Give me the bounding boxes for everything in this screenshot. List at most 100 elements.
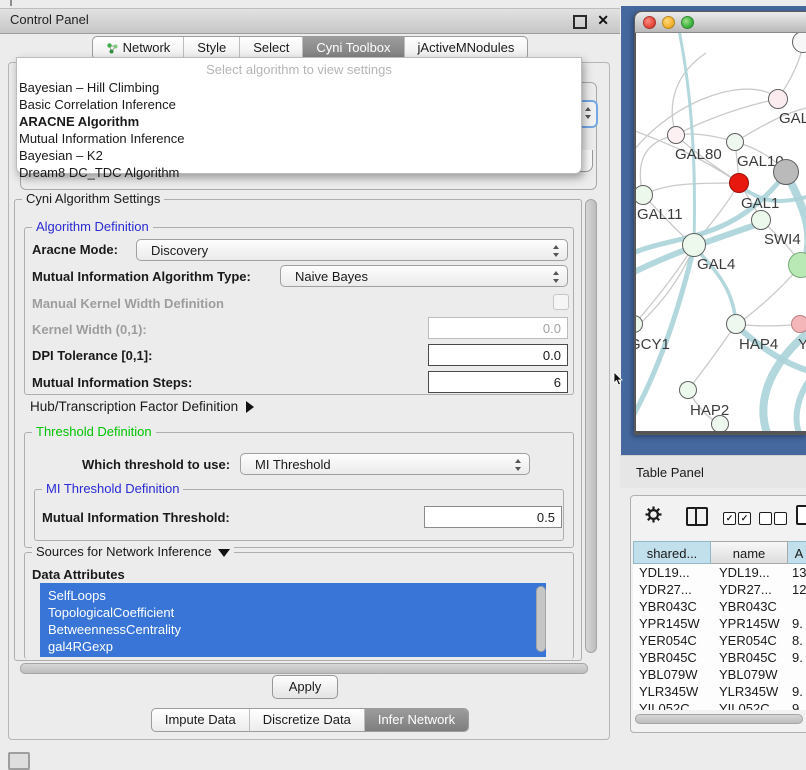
table-cell[interactable]: YBL079W — [719, 666, 787, 683]
table-cell[interactable]: 8. — [792, 632, 806, 649]
tab-select[interactable]: Select — [239, 37, 302, 59]
table-body[interactable]: YDL19...YDL19...13YDR27...YDR27...12YBR0… — [633, 564, 806, 710]
new-table-icon[interactable] — [796, 505, 806, 525]
table-cell[interactable]: YLR345W — [639, 683, 709, 700]
table-cell[interactable]: 12 — [792, 581, 806, 598]
table-row[interactable]: YIL052C YIL052C 9. — [633, 700, 806, 710]
network-node[interactable] — [682, 233, 706, 257]
network-canvas[interactable]: GAL7GAL80GAL10GAL1GAL11SWI4GAL4GCY1HAP4Y… — [636, 33, 806, 431]
table-cell[interactable]: YPR145W — [639, 615, 709, 632]
table-hscrollbar[interactable] — [635, 714, 803, 724]
table-cell[interactable]: YBR043C — [719, 598, 787, 615]
table-cell[interactable]: YDL19... — [639, 564, 709, 581]
table-cell[interactable] — [792, 598, 806, 615]
column-layout-icon[interactable] — [686, 507, 708, 526]
gear-icon[interactable] — [645, 506, 662, 526]
tab-discretize-data[interactable]: Discretize Data — [249, 709, 364, 731]
table-cell[interactable] — [792, 666, 806, 683]
minimize-traffic-light[interactable] — [662, 16, 675, 29]
network-window[interactable]: GAL7GAL80GAL10GAL1GAL11SWI4GAL4GCY1HAP4Y… — [634, 11, 806, 435]
table-cell[interactable]: YBL079W — [639, 666, 709, 683]
table-row[interactable]: YER054C YER054C 8. — [633, 632, 806, 649]
show-columns-icon[interactable]: ✓✓ — [723, 510, 751, 525]
table-cell[interactable]: YIL052C — [639, 700, 709, 710]
dropdown-item-selected[interactable]: ARACNE Algorithm — [19, 113, 577, 130]
minimized-panel-icon[interactable] — [8, 752, 30, 770]
table-row[interactable]: YBR043C YBR043C — [633, 598, 806, 615]
dropdown-item[interactable]: Basic Correlation Inference — [19, 96, 577, 113]
network-node[interactable] — [711, 415, 729, 431]
mi-threshold-field[interactable]: 0.5 — [424, 506, 562, 528]
kernel-width-field[interactable]: 0.0 — [428, 317, 568, 339]
table-row[interactable]: YPR145W YPR145W 9. — [633, 615, 806, 632]
data-attributes-list[interactable]: SelfLoops TopologicalCoefficient Between… — [40, 583, 546, 657]
list-item[interactable]: TopologicalCoefficient — [40, 604, 546, 621]
column-header-partial[interactable]: A — [788, 541, 806, 564]
list-item[interactable]: gal4RGexp — [40, 638, 546, 655]
table-cell[interactable]: YDR27... — [639, 581, 709, 598]
dropdown-item[interactable]: Mutual Information Inference — [19, 130, 577, 147]
tab-jactivemnodules[interactable]: jActiveMNodules — [404, 37, 528, 59]
table-cell[interactable]: 13 — [792, 564, 806, 581]
column-header-shared-name[interactable]: shared... — [633, 541, 711, 564]
table-row[interactable]: YDR27... YDR27... 12 — [633, 581, 806, 598]
tab-network[interactable]: Network — [93, 37, 184, 59]
table-cell[interactable]: YLR345W — [719, 683, 787, 700]
list-item[interactable]: BetweennessCentrality — [40, 621, 546, 638]
table-cell[interactable]: 9. — [792, 700, 806, 710]
tab-infer-network[interactable]: Infer Network — [364, 709, 468, 731]
table-row[interactable]: YBR045C YBR045C 9. — [633, 649, 806, 666]
table-cell[interactable]: YPR145W — [719, 615, 787, 632]
zoom-traffic-light[interactable] — [681, 16, 694, 29]
table-cell[interactable]: YER054C — [719, 632, 787, 649]
algorithm-dropdown-popup[interactable]: Select algorithm to view settings Bayesi… — [16, 57, 582, 174]
manual-kernel-checkbox[interactable] — [553, 294, 569, 310]
network-window-titlebar[interactable] — [635, 12, 806, 33]
table-row[interactable]: YDL19... YDL19... 13 — [633, 564, 806, 581]
close-icon[interactable]: ✕ — [597, 12, 609, 29]
tab-cyni-toolbox[interactable]: Cyni Toolbox — [302, 37, 403, 59]
hide-columns-icon[interactable] — [759, 510, 787, 525]
settings-vscrollbar[interactable] — [585, 199, 597, 653]
mi-steps-field[interactable]: 6 — [428, 371, 568, 393]
table-cell[interactable]: YBR043C — [639, 598, 709, 615]
dpi-tolerance-field[interactable]: 0.0 — [428, 344, 568, 366]
float-window-icon[interactable] — [573, 15, 587, 29]
list-item[interactable]: SelfLoops — [40, 587, 546, 604]
dropdown-item[interactable]: Dream8 DC_TDC Algorithm — [19, 164, 577, 181]
dropdown-item[interactable]: Bayesian – K2 — [19, 147, 577, 164]
table-cell[interactable]: YBR045C — [719, 649, 787, 666]
table-cell[interactable]: 9. — [792, 649, 806, 666]
network-node[interactable] — [773, 159, 799, 185]
table-cell[interactable]: YDR27... — [719, 581, 787, 598]
settings-hscrollbar[interactable] — [20, 663, 588, 674]
network-node[interactable] — [729, 173, 749, 193]
hub-definition-expander[interactable]: Hub/Transcription Factor Definition — [30, 399, 254, 414]
apply-button[interactable]: Apply — [272, 675, 338, 699]
network-node[interactable] — [726, 314, 746, 334]
network-node[interactable] — [751, 210, 771, 230]
table-cell[interactable]: 9. — [792, 683, 806, 700]
dropdown-item[interactable]: Bayesian – Hill Climbing — [19, 79, 577, 96]
list-vscrollbar[interactable] — [536, 586, 546, 652]
tab-style[interactable]: Style — [183, 37, 239, 59]
network-node[interactable] — [791, 315, 806, 333]
table-row[interactable]: YBL079W YBL079W — [633, 666, 806, 683]
network-node[interactable] — [679, 381, 697, 399]
table-cell[interactable]: 9. — [792, 615, 806, 632]
network-node[interactable] — [726, 133, 744, 151]
aracne-mode-combo[interactable]: Discovery — [136, 239, 568, 261]
which-threshold-combo[interactable]: MI Threshold — [240, 453, 530, 475]
table-cell[interactable]: YER054C — [639, 632, 709, 649]
network-node[interactable] — [667, 126, 685, 144]
network-node[interactable] — [768, 89, 788, 109]
table-cell[interactable]: YIL052C — [719, 700, 787, 710]
sources-collapse-toggle[interactable]: Sources for Network Inference — [32, 545, 234, 559]
table-cell[interactable]: YBR045C — [639, 649, 709, 666]
tab-impute-data[interactable]: Impute Data — [152, 709, 249, 731]
table-row[interactable]: YLR345W YLR345W 9. — [633, 683, 806, 700]
close-traffic-light[interactable] — [643, 16, 656, 29]
column-header-name[interactable]: name — [711, 541, 788, 564]
mi-type-combo[interactable]: Naive Bayes — [280, 265, 568, 287]
table-cell[interactable]: YDL19... — [719, 564, 787, 581]
